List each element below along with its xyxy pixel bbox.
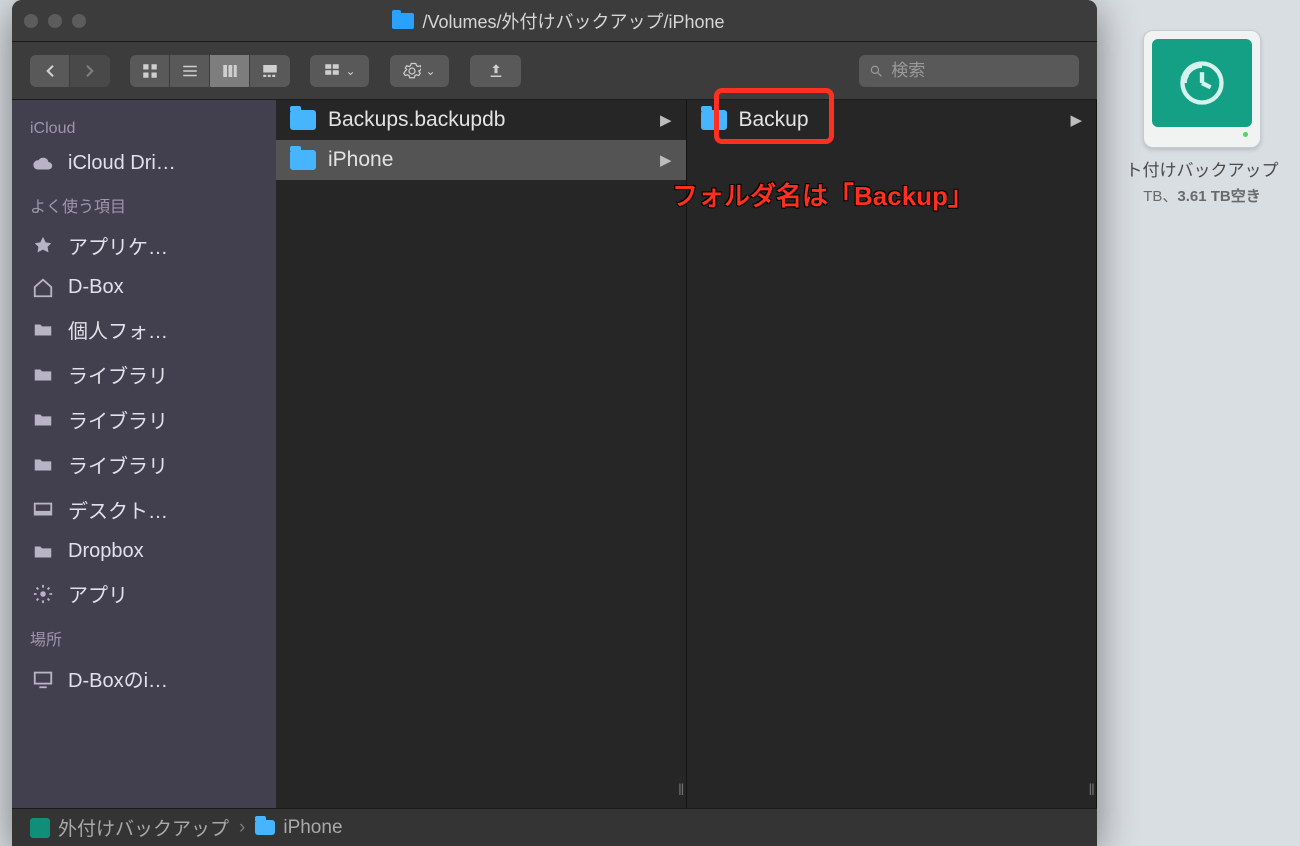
- cloud-icon: [30, 153, 56, 175]
- search-box[interactable]: [859, 55, 1079, 87]
- path-segment-drive[interactable]: 外付けバックアップ: [30, 814, 229, 841]
- gear-icon: [30, 583, 56, 605]
- item-label: Backup: [739, 108, 809, 132]
- sidebar-item-label: Dropbox: [68, 540, 144, 563]
- view-mode-group: [130, 55, 290, 87]
- sidebar-item-icloud-drive[interactable]: iCloud Dri…: [12, 144, 276, 183]
- folder-icon: [30, 454, 56, 476]
- list-item[interactable]: Backup ▶: [687, 100, 1097, 140]
- sidebar-group-icloud: iCloud: [12, 110, 276, 144]
- column-browser: Backups.backupdb ▶ iPhone ▶ ‖ Backup: [276, 100, 1097, 808]
- folder-icon: [255, 820, 275, 835]
- drive-info: TB、3.61 TB空き: [1122, 185, 1282, 206]
- back-button[interactable]: [30, 55, 70, 87]
- window-title: /Volumes/外付けバックアップ/iPhone: [32, 8, 1085, 34]
- arrange-button[interactable]: ⌄: [310, 55, 370, 87]
- folder-icon: [30, 364, 56, 386]
- path-segment-folder[interactable]: iPhone: [255, 817, 342, 839]
- sidebar-item-applications[interactable]: アプリケ…: [12, 223, 276, 268]
- sidebar-item-label: D-Box: [68, 276, 124, 299]
- sidebar-item-label: iCloud Dri…: [68, 152, 176, 175]
- desktop-drive-icon[interactable]: ト付けバックアップ TB、3.61 TB空き: [1122, 30, 1282, 206]
- toolbar: ⌄ ⌄: [12, 42, 1097, 100]
- time-machine-icon: [1152, 39, 1252, 127]
- drive-icon: [30, 818, 50, 838]
- sidebar-item-label: ライブラリ: [68, 450, 168, 479]
- search-icon: [869, 63, 883, 79]
- sidebar-item-label: ライブラリ: [68, 405, 168, 434]
- drive-label: ト付けバックアップ: [1122, 156, 1282, 181]
- folder-icon: [30, 319, 56, 341]
- sidebar-item-dropbox[interactable]: Dropbox: [12, 532, 276, 571]
- sidebar-group-favorites: よく使う項目: [12, 183, 276, 223]
- list-item[interactable]: Backups.backupdb ▶: [276, 100, 686, 140]
- sidebar-item-desktop[interactable]: デスクト…: [12, 487, 276, 532]
- column-resize-handle[interactable]: ‖: [678, 782, 682, 800]
- window-path-text: /Volumes/外付けバックアップ/iPhone: [422, 8, 724, 34]
- sidebar-item-apps[interactable]: アプリ: [12, 571, 276, 616]
- column-view-button[interactable]: [210, 55, 250, 87]
- titlebar: /Volumes/外付けバックアップ/iPhone: [12, 0, 1097, 42]
- sidebar-item-label: デスクト…: [68, 495, 168, 524]
- sidebar-item-label: アプリケ…: [68, 231, 168, 260]
- list-item-selected[interactable]: iPhone ▶: [276, 140, 686, 180]
- folder-icon: [392, 13, 414, 29]
- gallery-view-button[interactable]: [250, 55, 290, 87]
- drive-activity-led: [1152, 127, 1252, 141]
- column-2-list: Backup ▶: [687, 100, 1097, 808]
- folder-icon: [701, 110, 727, 130]
- finder-window: /Volumes/外付けバックアップ/iPhone: [12, 0, 1097, 846]
- sidebar-item-library3[interactable]: ライブラリ: [12, 442, 276, 487]
- sidebar-item-dbox-location[interactable]: D-Boxのi…: [12, 656, 276, 701]
- folder-icon: [290, 150, 316, 170]
- item-label: Backups.backupdb: [328, 108, 505, 132]
- list-view-button[interactable]: [170, 55, 210, 87]
- icon-view-button[interactable]: [130, 55, 170, 87]
- folder-icon: [30, 409, 56, 431]
- chevron-right-icon: ▶: [660, 151, 672, 169]
- sidebar-item-library2[interactable]: ライブラリ: [12, 397, 276, 442]
- forward-button[interactable]: [70, 55, 110, 87]
- sidebar-item-label: ライブラリ: [68, 360, 168, 389]
- sidebar-item-label: アプリ: [68, 579, 128, 608]
- chevron-down-icon: ⌄: [345, 64, 355, 78]
- home-icon: [30, 277, 56, 299]
- chevron-right-icon: ▶: [660, 111, 672, 129]
- sidebar-group-locations: 場所: [12, 616, 276, 656]
- path-segment-label: iPhone: [283, 817, 342, 839]
- sidebar-item-personal[interactable]: 個人フォ…: [12, 307, 276, 352]
- sidebar: iCloud iCloud Dri… よく使う項目 アプリケ… D-Box 個人…: [12, 100, 276, 808]
- drive-info-free: 3.61 TB空き: [1177, 188, 1260, 205]
- apps-icon: [30, 235, 56, 257]
- search-input[interactable]: [891, 61, 1069, 81]
- finder-body: iCloud iCloud Dri… よく使う項目 アプリケ… D-Box 個人…: [12, 100, 1097, 808]
- chevron-down-icon: ⌄: [425, 64, 435, 78]
- item-label: iPhone: [328, 148, 393, 172]
- column-1-list: Backups.backupdb ▶ iPhone ▶: [276, 100, 686, 808]
- nav-group: [30, 55, 110, 87]
- computer-icon: [30, 668, 56, 690]
- folder-icon: [290, 110, 316, 130]
- action-button[interactable]: ⌄: [390, 55, 450, 87]
- path-separator: ›: [239, 817, 245, 839]
- desktop-icon: [30, 499, 56, 521]
- path-bar: 外付けバックアップ › iPhone: [12, 808, 1097, 846]
- sidebar-item-label: D-Boxのi…: [68, 664, 168, 693]
- drive-info-prefix: TB、: [1143, 188, 1177, 205]
- column-1: Backups.backupdb ▶ iPhone ▶ ‖: [276, 100, 687, 808]
- sidebar-item-library1[interactable]: ライブラリ: [12, 352, 276, 397]
- chevron-right-icon: ▶: [1070, 111, 1082, 129]
- share-button[interactable]: [470, 55, 522, 87]
- sidebar-item-label: 個人フォ…: [68, 315, 168, 344]
- path-segment-label: 外付けバックアップ: [58, 814, 229, 841]
- folder-icon: [30, 541, 56, 563]
- sidebar-item-dbox[interactable]: D-Box: [12, 268, 276, 307]
- drive-body: [1143, 30, 1261, 148]
- column-2: Backup ▶ ‖: [687, 100, 1098, 808]
- column-resize-handle[interactable]: ‖: [1088, 782, 1092, 800]
